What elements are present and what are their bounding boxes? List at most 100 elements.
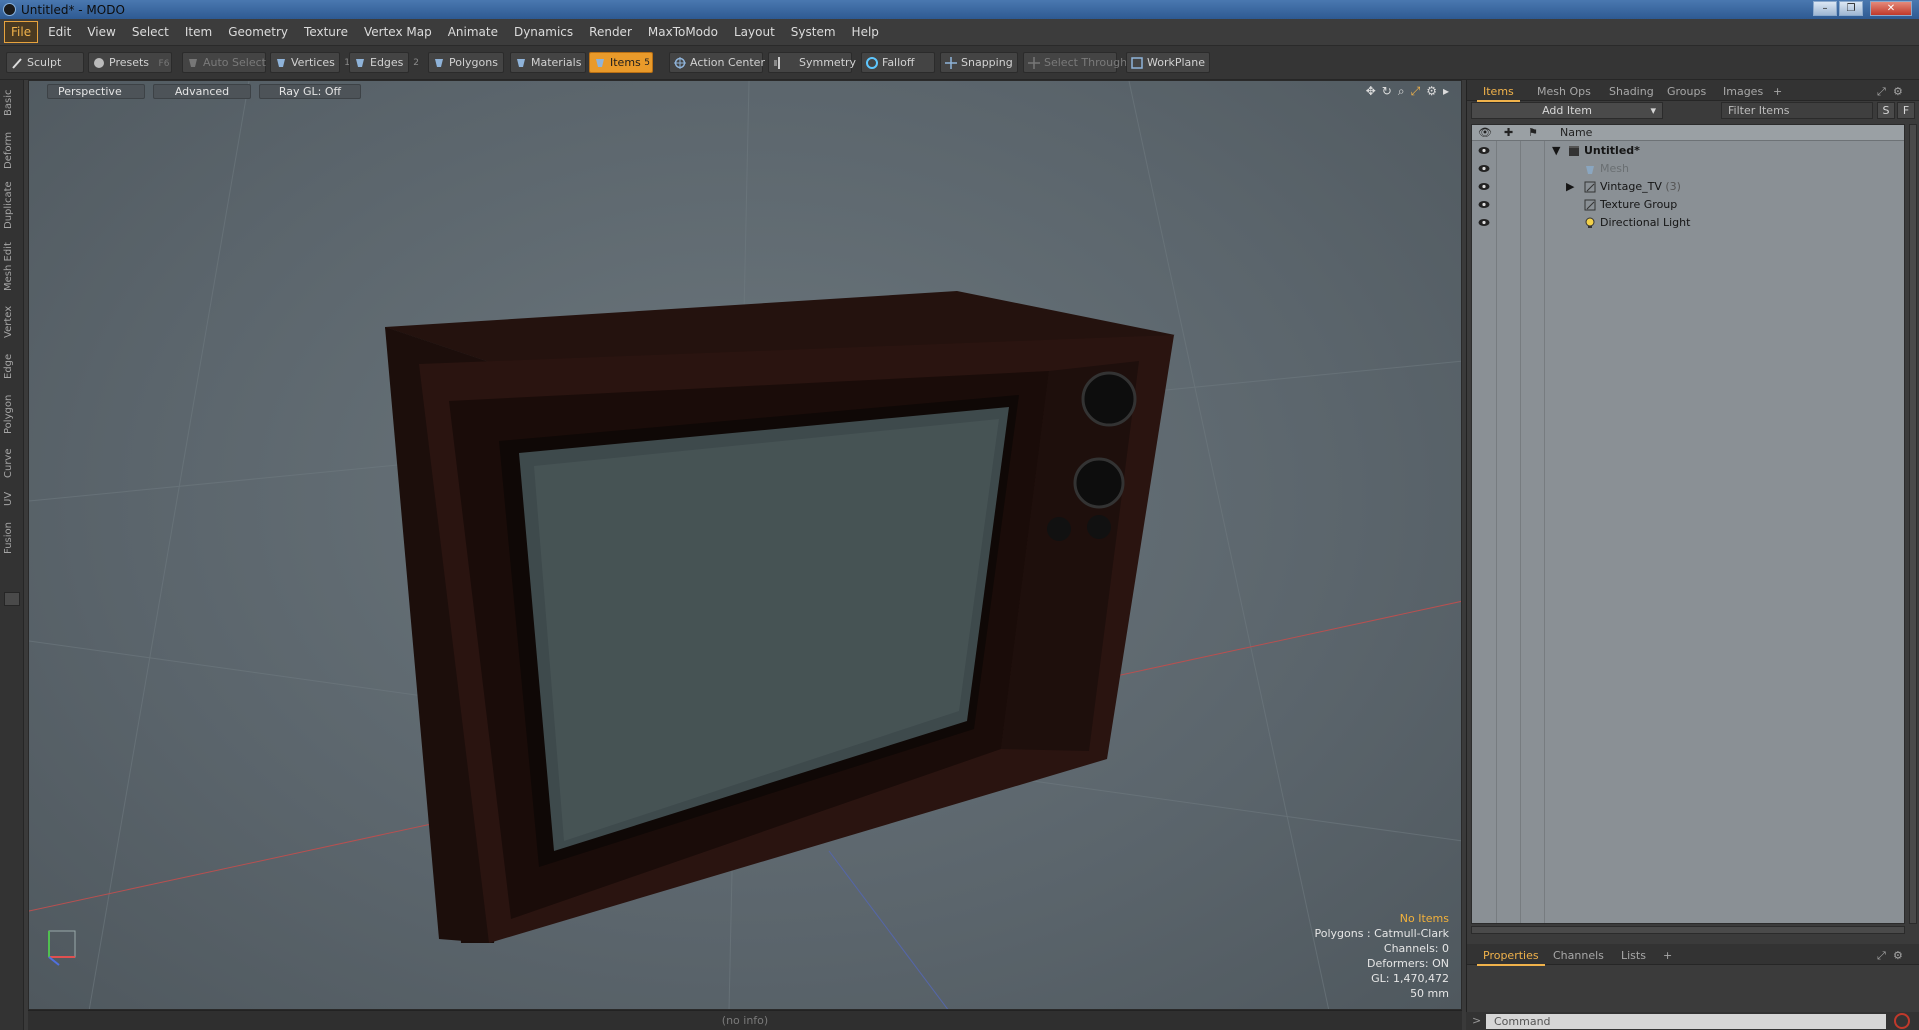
menu-animate[interactable]: Animate [442,22,504,42]
add-item-dropdown[interactable]: Add Item ▾ [1471,102,1663,119]
vertical-scrollbar[interactable] [1909,124,1917,924]
vertices-button[interactable]: Vertices 1 [270,52,350,73]
menu-render[interactable]: Render [583,22,638,42]
list-item-mesh[interactable]: Mesh [1472,160,1904,178]
items-mode-button[interactable]: Items 5 [589,52,653,73]
tab-polygon[interactable]: Polygon [3,390,21,438]
menu-texture[interactable]: Texture [298,22,354,42]
tab-channels[interactable]: Channels [1547,947,1610,964]
scene-icon [1569,146,1579,156]
symmetry-icon [774,57,780,69]
expand-triangle-icon[interactable]: ▶ [1566,178,1574,196]
visibility-eye-icon[interactable] [1478,218,1490,227]
filter-items-input[interactable]: Filter Items [1721,102,1873,119]
tab-edge[interactable]: Edge [3,348,21,384]
raygl-dropdown[interactable]: Ray GL: Off [259,84,361,99]
list-item-label: Vintage_TV (3) [1600,178,1681,196]
menu-edit[interactable]: Edit [42,22,77,42]
add-tab-icon[interactable]: + [1657,947,1678,964]
polygons-button[interactable]: Polygons [428,52,504,73]
horizontal-scrollbar[interactable] [1471,926,1905,934]
select-through-button[interactable]: Select Through [1023,52,1127,73]
tab-items[interactable]: Items [1477,83,1520,102]
tab-lists[interactable]: Lists [1615,947,1652,964]
menu-geometry[interactable]: Geometry [222,22,294,42]
move-view-icon[interactable]: ✥ [1366,84,1376,99]
tab-mesh-ops[interactable]: Mesh Ops [1531,83,1597,100]
view-type-dropdown[interactable]: Perspective [47,84,145,99]
falloff-button[interactable]: Falloff [861,52,935,73]
falloff-icon [866,57,878,69]
panel-settings-icon[interactable]: ⚙ [1887,83,1909,100]
tab-mesh-edit[interactable]: Mesh Edit [3,238,21,296]
vintage-tv-model [385,291,1175,943]
viewport-expand-icon[interactable]: ▸ [1443,84,1449,99]
menu-select[interactable]: Select [126,22,175,42]
tab-groups[interactable]: Groups [1661,83,1712,100]
presets-button[interactable]: Presets F6 [88,52,172,73]
maximize-button[interactable]: ❐ [1839,1,1863,16]
zoom-view-icon[interactable]: ⌕ [1398,84,1405,99]
tab-properties[interactable]: Properties [1477,947,1545,966]
polygons-label: Polygons [449,56,498,69]
3d-viewport[interactable]: Perspective Advanced Ray GL: Off ✥ ↻ ⌕ ⤢… [28,80,1462,1010]
panel-settings-icon[interactable]: ⚙ [1887,947,1909,964]
edges-button[interactable]: Edges 2 [349,52,419,73]
menu-help[interactable]: Help [846,22,885,42]
tab-basic[interactable]: Basic [3,86,21,120]
tab-deform[interactable]: Deform [3,128,21,172]
light-bulb-icon [1585,217,1595,228]
close-window-button[interactable]: ✕ [1870,1,1912,16]
command-prompt-icon: > [1472,1014,1482,1027]
action-center-button[interactable]: Action Center [669,52,765,73]
list-item-directional-light[interactable]: Directional Light [1472,214,1904,232]
items-icon [596,59,604,67]
visibility-eye-icon[interactable] [1478,164,1490,173]
list-item-texture-group[interactable]: Texture Group [1472,196,1904,214]
minimize-button[interactable]: – [1813,1,1837,16]
materials-button[interactable]: Materials [510,52,586,73]
workplane-label: WorkPlane [1147,56,1206,69]
filter-s-button[interactable]: S [1877,102,1895,119]
fit-view-icon[interactable]: ⤢ [1411,84,1421,99]
properties-area [1467,966,1919,1010]
command-input[interactable]: Command [1486,1014,1886,1029]
auto-select-button[interactable]: Auto Select [182,52,266,73]
visibility-eye-icon[interactable] [1478,146,1490,155]
stop-record-icon[interactable] [1894,1013,1910,1029]
auto-select-icon [189,59,197,67]
menu-maxtomodo[interactable]: MaxToModo [642,22,724,42]
filter-f-button[interactable]: F [1897,102,1915,119]
snapping-button[interactable]: Snapping [940,52,1018,73]
vertices-label: Vertices [291,56,335,69]
menu-view[interactable]: View [81,22,121,42]
sculpt-button[interactable]: Sculpt [6,52,84,73]
viewport-settings-icon[interactable]: ⚙ [1426,84,1437,99]
visibility-eye-icon[interactable] [1478,200,1490,209]
tabs-toggle-button[interactable] [4,592,20,606]
expand-triangle-icon[interactable]: ▼ [1552,142,1560,160]
tab-fusion[interactable]: Fusion [3,516,21,560]
add-tab-icon[interactable]: + [1767,83,1788,100]
falloff-label: Falloff [882,56,915,69]
list-item-vintage-tv[interactable]: ▶ Vintage_TV (3) [1472,178,1904,196]
visibility-eye-icon[interactable] [1478,182,1490,191]
tab-curve[interactable]: Curve [3,444,21,482]
tab-duplicate[interactable]: Duplicate [3,178,21,232]
tab-uv[interactable]: UV [3,488,21,510]
tab-vertex[interactable]: Vertex [3,302,21,342]
menu-dynamics[interactable]: Dynamics [508,22,579,42]
list-item-scene[interactable]: ▼ Untitled* [1472,142,1904,160]
tab-images[interactable]: Images [1717,83,1769,100]
menu-layout[interactable]: Layout [728,22,781,42]
shading-dropdown[interactable]: Advanced [153,84,251,99]
symmetry-button[interactable]: Symmetry [768,52,856,73]
menu-vertex-map[interactable]: Vertex Map [358,22,438,42]
workplane-button[interactable]: WorkPlane [1126,52,1210,73]
tab-shading[interactable]: Shading [1603,83,1660,100]
name-column-header[interactable]: Name [1560,126,1592,139]
menu-system[interactable]: System [785,22,842,42]
menu-file[interactable]: File [4,21,39,43]
menu-item[interactable]: Item [179,22,218,42]
rotate-view-icon[interactable]: ↻ [1382,84,1392,99]
